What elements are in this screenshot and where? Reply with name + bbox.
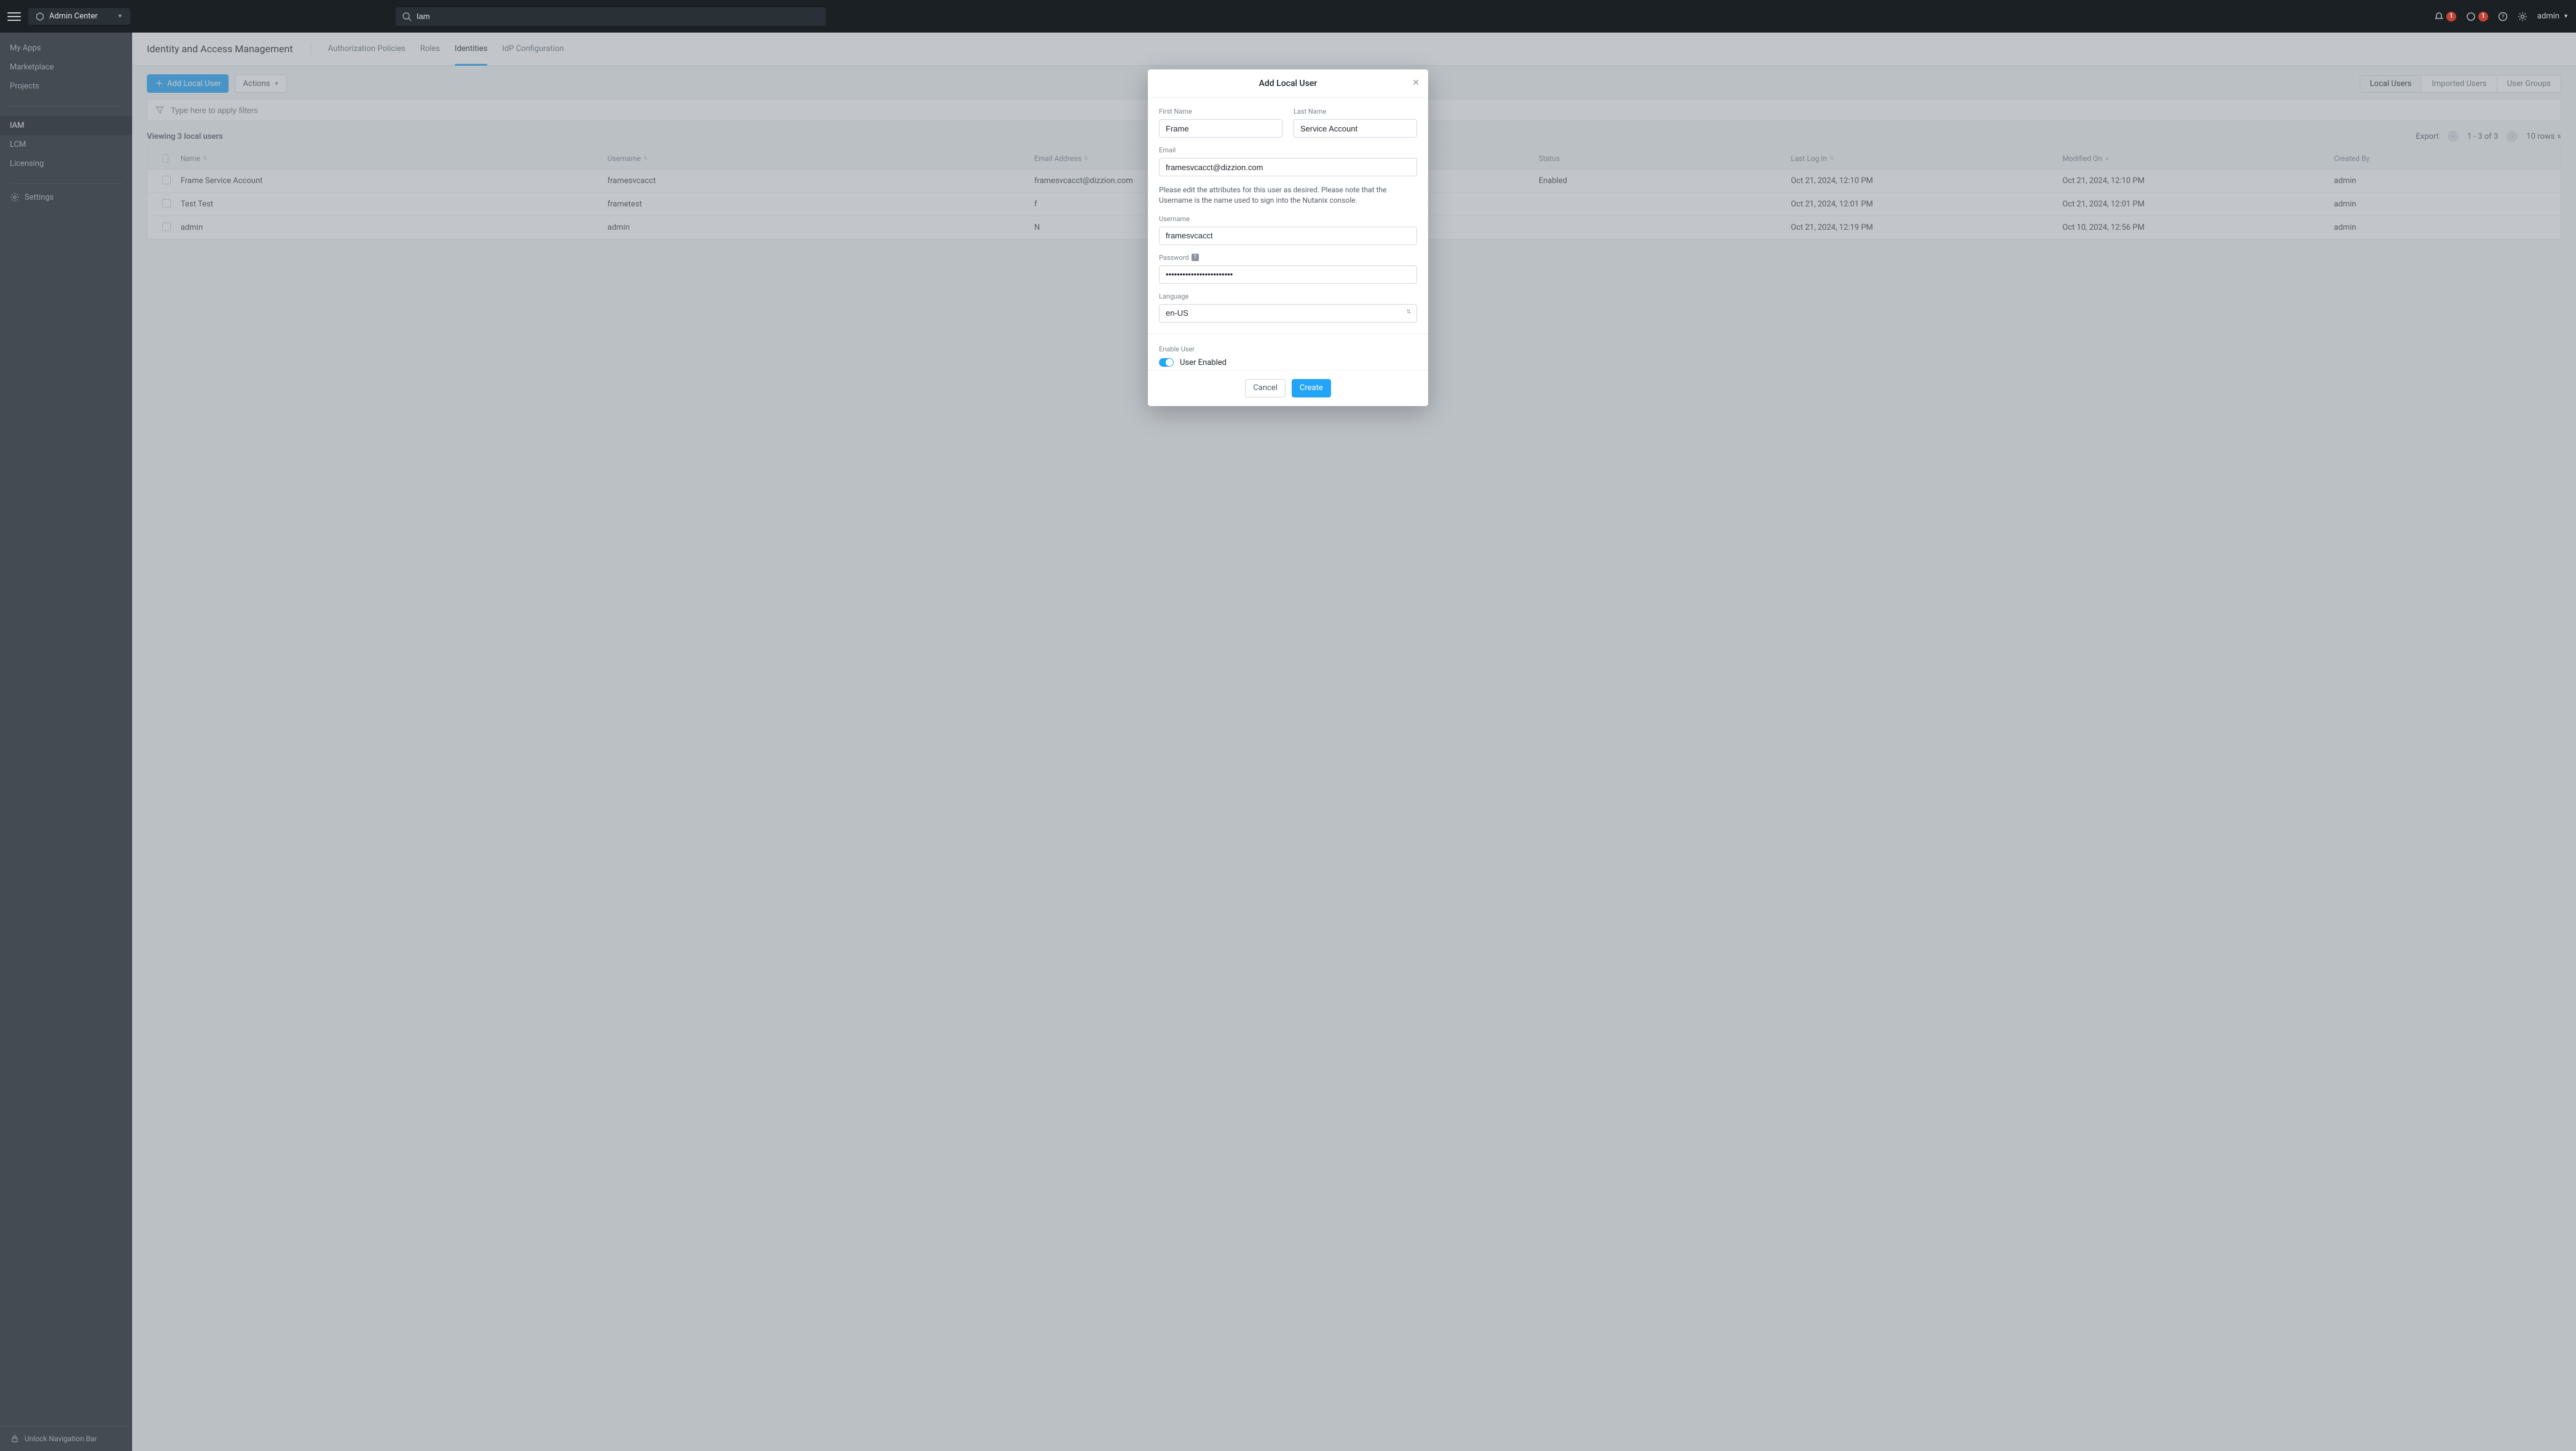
first-name-label: First Name	[1159, 108, 1282, 115]
helper-text: Please edit the attributes for this user…	[1159, 185, 1417, 206]
close-icon[interactable]: ✕	[1412, 78, 1420, 88]
warn-count: 1	[2478, 12, 2488, 22]
global-search[interactable]	[396, 7, 826, 26]
app-selector[interactable]: Admin Center ▼	[28, 8, 130, 25]
username-label: Username	[1159, 215, 1417, 223]
enable-user-text: User Enabled	[1180, 358, 1227, 367]
first-name-input[interactable]	[1159, 119, 1282, 138]
enable-section-label: Enable User	[1159, 345, 1417, 353]
topbar-right: 1 1 ? admin ▼	[2434, 12, 2569, 22]
alerts-warning[interactable]: 1	[2466, 12, 2488, 22]
username-input[interactable]	[1159, 227, 1417, 245]
language-label: Language	[1159, 292, 1417, 300]
topbar: Admin Center ▼ 1 1 ? admin ▼	[0, 0, 2576, 33]
search-input[interactable]	[417, 12, 820, 21]
email-label: Email	[1159, 146, 1417, 154]
sort-icon: ⇅	[1406, 309, 1411, 315]
password-input[interactable]	[1159, 265, 1417, 284]
bell-count: 1	[2446, 12, 2456, 22]
enable-user-toggle[interactable]	[1159, 358, 1174, 367]
user-menu[interactable]: admin ▼	[2537, 12, 2569, 21]
modal-overlay: Add Local User ✕ First Name Last Name Em…	[0, 33, 2576, 1451]
last-name-label: Last Name	[1294, 108, 1417, 115]
bell-icon	[2434, 12, 2444, 22]
chevron-down-icon: ▼	[117, 13, 123, 20]
add-local-user-modal: Add Local User ✕ First Name Last Name Em…	[1148, 69, 1428, 406]
hamburger-icon[interactable]	[7, 10, 21, 23]
language-select[interactable]	[1159, 304, 1417, 323]
app-selector-label: Admin Center	[49, 12, 98, 21]
modal-title: Add Local User	[1259, 79, 1317, 88]
svg-text:?: ?	[2502, 14, 2504, 20]
create-button[interactable]: Create	[1292, 379, 1331, 397]
chevron-down-icon: ▼	[2563, 13, 2569, 20]
password-label: Password ?	[1159, 254, 1417, 262]
info-icon[interactable]: ?	[1192, 254, 1199, 261]
cancel-button[interactable]: Cancel	[1245, 379, 1286, 397]
search-icon	[402, 12, 412, 22]
last-name-input[interactable]	[1294, 119, 1417, 138]
email-input[interactable]	[1159, 158, 1417, 176]
modal-header: Add Local User ✕	[1148, 69, 1428, 98]
warning-icon	[2466, 12, 2476, 22]
gear-icon[interactable]	[2518, 12, 2527, 22]
modal-footer: Cancel Create	[1148, 370, 1428, 406]
hex-icon	[36, 12, 44, 21]
user-label: admin	[2537, 12, 2559, 21]
notifications-bell[interactable]: 1	[2434, 12, 2456, 22]
help-icon[interactable]: ?	[2498, 12, 2508, 22]
